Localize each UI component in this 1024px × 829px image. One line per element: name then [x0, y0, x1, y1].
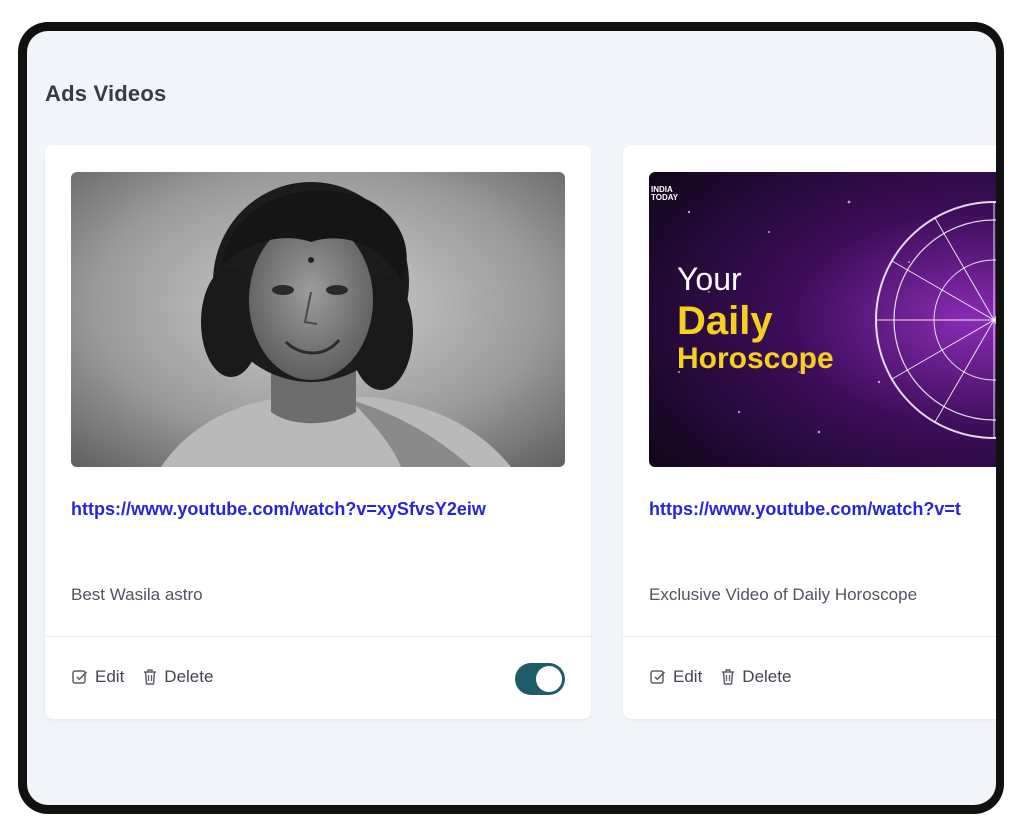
edit-label: Edit: [95, 667, 125, 686]
portrait-image: [71, 172, 565, 467]
horoscope-image: INDIA TODAY Your Daily Horoscope: [649, 172, 996, 467]
thumbnail-title-line3: Horoscope: [677, 342, 834, 375]
delete-button[interactable]: Delete: [142, 667, 213, 687]
video-url-link[interactable]: https://www.youtube.com/watch?v=t: [649, 499, 961, 520]
delete-label: Delete: [742, 667, 792, 686]
card-divider: [623, 636, 996, 637]
trash-icon: [144, 669, 157, 685]
trash-icon: [722, 669, 735, 685]
brand-logo-line2: TODAY: [651, 193, 679, 202]
edit-label: Edit: [673, 667, 703, 686]
thumbnail-title-line2: Daily: [677, 299, 773, 343]
video-card: INDIA TODAY Your Daily Horoscope https:/…: [623, 145, 996, 719]
edit-button[interactable]: Edit: [71, 667, 124, 687]
video-description: Exclusive Video of Daily Horoscope: [649, 585, 918, 604]
page-title: Ads Videos: [45, 81, 167, 106]
video-url-link[interactable]: https://www.youtube.com/watch?v=xySfvsY2…: [71, 499, 486, 520]
app-window: Ads Videos https://www.youtube.com/watch…: [18, 22, 1004, 814]
card-actions: Edit Delete: [649, 667, 791, 687]
thumbnail-title-line1: Your: [677, 261, 742, 297]
card-actions: Edit Delete: [71, 667, 213, 687]
video-card: https://www.youtube.com/watch?v=xySfvsY2…: [45, 145, 591, 719]
active-toggle[interactable]: [515, 663, 565, 695]
edit-square-icon: [650, 670, 666, 684]
edit-square-icon: [72, 670, 88, 684]
video-thumbnail[interactable]: [71, 172, 565, 467]
delete-label: Delete: [164, 667, 214, 686]
video-card-list: https://www.youtube.com/watch?v=xySfvsY2…: [45, 137, 996, 737]
toggle-knob: [536, 666, 562, 692]
video-thumbnail[interactable]: INDIA TODAY Your Daily Horoscope: [649, 172, 996, 467]
edit-button[interactable]: Edit: [649, 667, 702, 687]
video-description: Best Wasila astro: [71, 585, 203, 604]
delete-button[interactable]: Delete: [720, 667, 791, 687]
card-divider: [45, 636, 591, 637]
